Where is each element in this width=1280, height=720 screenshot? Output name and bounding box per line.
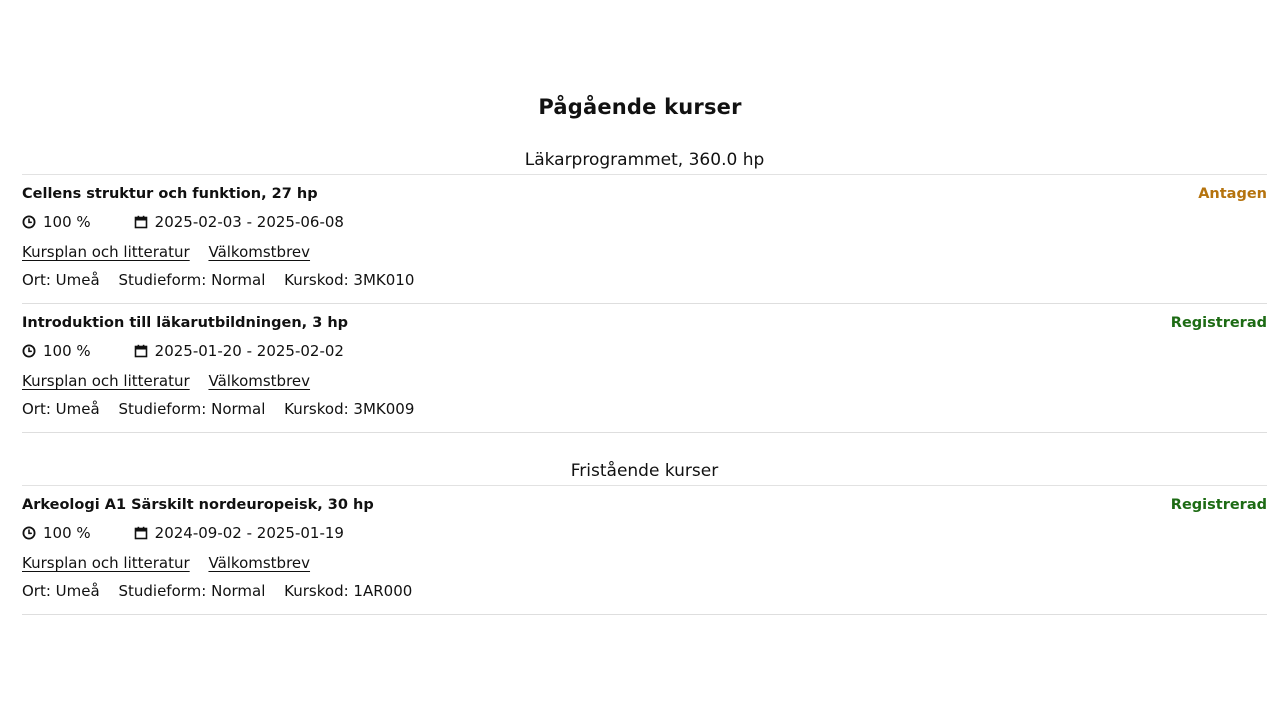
group-heading: Fristående kurser [22,457,1267,486]
page: Pågående kurser Läkarprogrammet, 360.0 h… [0,0,1280,720]
location: Ort: Umeå [22,400,100,418]
date-info: 2025-01-20 - 2025-02-02 [134,342,344,360]
status-badge: Antagen [1198,186,1267,202]
course-item: Cellens struktur och funktion, 27 hp Ant… [22,175,1267,304]
course-links: Kursplan och litteratur Välkomstbrev [22,243,310,261]
page-title: Pågående kurser [538,95,742,119]
calendar-icon [134,344,148,358]
course-code: Kurskod: 3MK010 [284,271,415,289]
syllabus-link[interactable]: Kursplan och litteratur [22,554,190,572]
course-info: Ort: Umeå Studieform: Normal Kurskod: 3M… [22,271,414,289]
status-badge: Registrerad [1170,497,1267,513]
clock-icon [22,526,36,540]
calendar-icon [134,526,148,540]
group-heading: Läkarprogrammet, 360.0 hp [22,146,1267,175]
date-range: 2025-01-20 - 2025-02-02 [154,342,344,360]
standalone-group: Fristående kurser Arkeologi A1 Särskilt … [22,457,1267,615]
syllabus-link[interactable]: Kursplan och litteratur [22,372,190,390]
course-title: Cellens struktur och funktion, 27 hp [22,186,318,202]
course-item: Introduktion till läkarutbildningen, 3 h… [22,304,1267,433]
date-range: 2025-02-03 - 2025-06-08 [154,213,344,231]
pace-info: 100 % [22,213,91,231]
welcome-letter-link[interactable]: Välkomstbrev [208,243,310,261]
course-info: Ort: Umeå Studieform: Normal Kurskod: 1A… [22,582,412,600]
pace-value: 100 % [43,342,91,360]
welcome-letter-link[interactable]: Välkomstbrev [208,372,310,390]
pace-info: 100 % [22,524,91,542]
date-info: 2024-09-02 - 2025-01-19 [134,524,344,542]
course-info: Ort: Umeå Studieform: Normal Kurskod: 3M… [22,400,414,418]
course-links: Kursplan och litteratur Välkomstbrev [22,372,310,390]
study-form: Studieform: Normal [118,582,266,600]
course-title: Introduktion till läkarutbildningen, 3 h… [22,315,349,331]
course-item: Arkeologi A1 Särskilt nordeuropeisk, 30 … [22,486,1267,615]
location: Ort: Umeå [22,271,100,289]
pace-value: 100 % [43,524,91,542]
location: Ort: Umeå [22,582,100,600]
pace-info: 100 % [22,342,91,360]
status-badge: Registrerad [1170,315,1267,331]
calendar-icon [134,215,148,229]
course-code: Kurskod: 1AR000 [284,582,413,600]
study-form: Studieform: Normal [118,400,266,418]
syllabus-link[interactable]: Kursplan och litteratur [22,243,190,261]
course-meta: 100 % 2025-01-20 - 2025-02-02 [22,342,344,360]
study-form: Studieform: Normal [118,271,266,289]
pace-value: 100 % [43,213,91,231]
date-info: 2025-02-03 - 2025-06-08 [134,213,344,231]
clock-icon [22,344,36,358]
date-range: 2024-09-02 - 2025-01-19 [154,524,344,542]
program-group: Läkarprogrammet, 360.0 hp Cellens strukt… [22,146,1267,433]
clock-icon [22,215,36,229]
course-code: Kurskod: 3MK009 [284,400,415,418]
course-meta: 100 % 2024-09-02 - 2025-01-19 [22,524,344,542]
course-title: Arkeologi A1 Särskilt nordeuropeisk, 30 … [22,497,374,513]
welcome-letter-link[interactable]: Välkomstbrev [208,554,310,572]
course-links: Kursplan och litteratur Välkomstbrev [22,554,310,572]
course-meta: 100 % 2025-02-03 - 2025-06-08 [22,213,344,231]
